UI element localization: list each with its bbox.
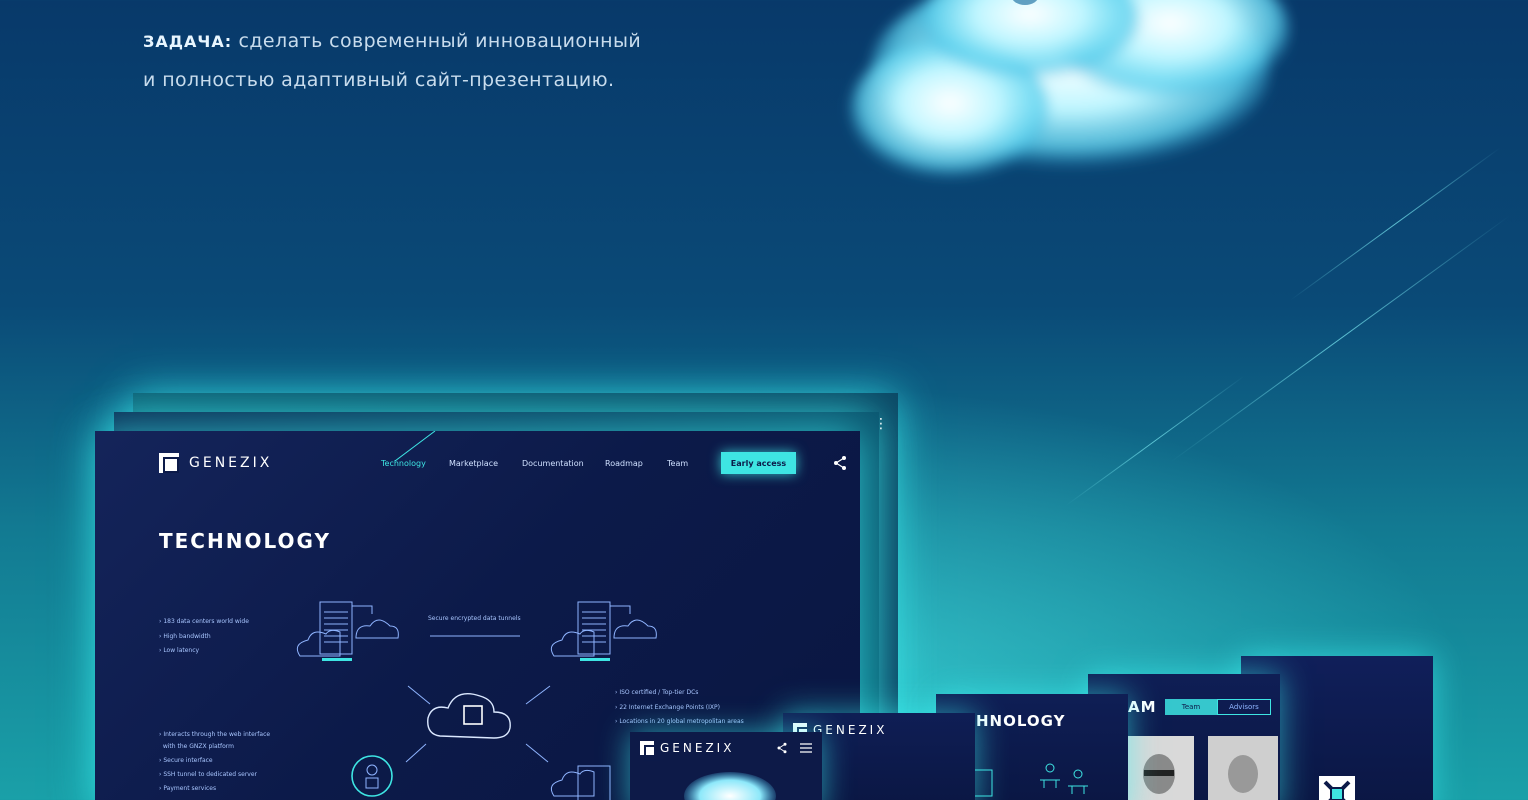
feature-item: with the GNZX platform: [162, 743, 234, 750]
network-diagram: [296, 601, 657, 800]
brand-name: GENEZIX: [660, 741, 735, 755]
task-line-2: и полностью адаптивный сайт-презентацию.: [143, 69, 615, 91]
nav-marketplace[interactable]: Marketplace: [449, 459, 498, 468]
team-diagram-icon: [1040, 763, 1088, 794]
tab-team[interactable]: Team: [1165, 699, 1217, 715]
mockup-phone-screen: GENEZIX: [630, 732, 822, 800]
cloud-illustration: [684, 772, 776, 800]
team-photo: [1208, 736, 1278, 800]
share-icon[interactable]: ⋮: [874, 416, 888, 432]
share-icon[interactable]: [776, 742, 788, 754]
task-description: ЗАДАЧА: сделать современный инновационны…: [143, 22, 641, 99]
brand-name: GENEZIX: [189, 455, 273, 471]
task-label: ЗАДАЧА:: [143, 32, 233, 51]
nav-documentation[interactable]: Documentation: [522, 459, 584, 468]
menu-icon[interactable]: [800, 743, 812, 753]
brand-logo[interactable]: GENEZIX: [640, 741, 734, 755]
genezix-logo-icon: [640, 741, 654, 755]
feature-item: › 22 Internet Exchange Points (IXP): [615, 703, 720, 711]
header-accent-line: [395, 431, 436, 461]
cloud-illustration: [850, 0, 1290, 180]
tech-title-fragment: HNOLOGY: [976, 712, 1066, 730]
feature-item: › 183 data centers world wide: [159, 618, 249, 625]
feature-item: › Payment services: [159, 785, 217, 792]
light-streak: [1289, 147, 1501, 301]
features-top: › 183 data centers world wide › High ban…: [159, 615, 249, 659]
feature-item: › Locations in 20 global metropolitan ar…: [615, 718, 744, 725]
features-bottom: › Interacts through the web interface wi…: [159, 729, 270, 795]
tab-advisors[interactable]: Advisors: [1217, 699, 1271, 715]
section-title: TECHNOLOGY: [159, 529, 331, 553]
feature-item: › High bandwidth: [159, 632, 211, 640]
brand-logo[interactable]: GENEZIX: [159, 453, 272, 473]
share-icon[interactable]: [832, 455, 848, 471]
features-right: › ISO certified / Top-tier DCs › 22 Inte…: [615, 686, 744, 730]
feature-item: › ISO certified / Top-tier DCs: [615, 689, 699, 696]
brand-name: GENEZIX: [813, 723, 888, 737]
genezix-logo-icon: [159, 453, 179, 473]
feature-item: › Low latency: [159, 647, 200, 654]
nav-roadmap[interactable]: Roadmap: [605, 459, 643, 468]
feature-item: › SSH tunnel to dedicated server: [159, 771, 258, 778]
nav-team[interactable]: Team: [667, 459, 688, 468]
task-line-1: сделать современный инновационный: [238, 30, 642, 52]
genezix-logo-icon: [1319, 776, 1355, 800]
team-title-fragment: AM: [1128, 698, 1157, 716]
feature-item: › Interacts through the web interface: [159, 731, 271, 738]
early-access-button[interactable]: Early access: [721, 452, 796, 474]
feature-item: › Secure interface: [159, 757, 213, 764]
team-photo: [1124, 736, 1194, 800]
